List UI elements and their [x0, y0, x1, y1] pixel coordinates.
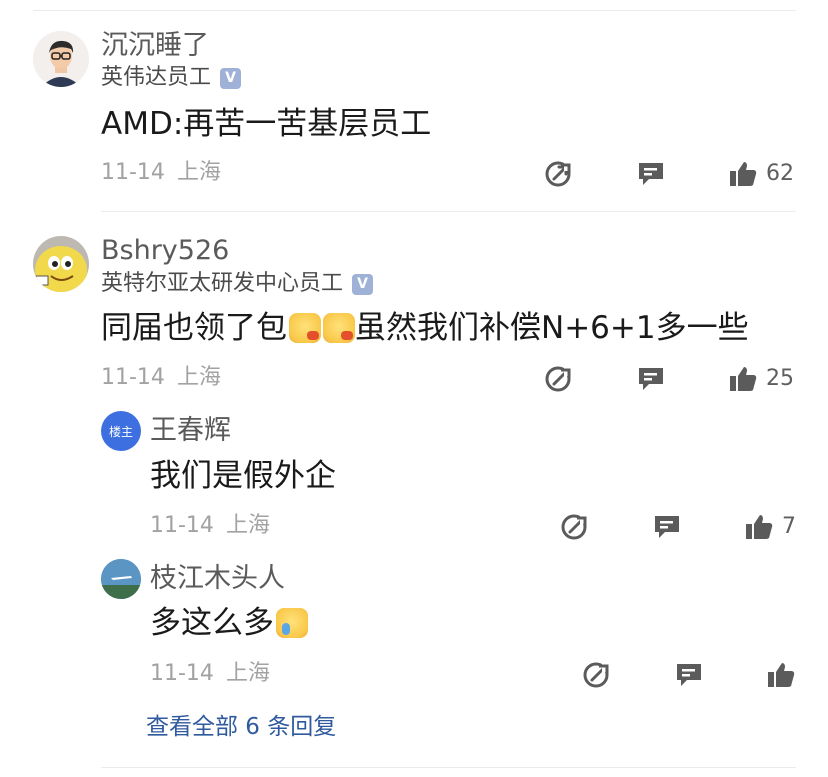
like-count: 7	[782, 514, 796, 539]
reply-location: 上海	[225, 661, 270, 686]
thumbs-up-icon[interactable]	[728, 159, 758, 189]
comment-meta: 11-14 上海	[101, 364, 221, 392]
thumbs-up-icon[interactable]	[728, 364, 758, 394]
author-org: 英特尔亚太研发中心员工 V	[101, 270, 374, 298]
author-org-label: 英特尔亚太研发中心员工	[101, 271, 344, 296]
author-name[interactable]: 沉沉睡了	[101, 30, 209, 62]
share-icon[interactable]	[544, 159, 574, 189]
bottom-divider	[101, 767, 796, 768]
comment-divider	[101, 211, 796, 212]
share-icon[interactable]	[582, 660, 612, 690]
comment-meta: 11-14 上海	[101, 159, 221, 187]
verified-badge-icon: V	[220, 67, 242, 89]
top-divider	[33, 10, 796, 11]
comment-location: 上海	[176, 365, 221, 390]
reply-date: 11-14	[150, 513, 214, 538]
thumbs-up-icon[interactable]	[766, 660, 796, 690]
comment-icon[interactable]	[636, 364, 666, 394]
like-count: 25	[766, 366, 794, 391]
comment-icon[interactable]	[652, 512, 682, 542]
avatar[interactable]	[33, 236, 89, 292]
comment-location: 上海	[176, 160, 221, 185]
share-icon[interactable]	[544, 364, 574, 394]
owner-badge: 楼主	[108, 424, 133, 439]
reply-text: 多这么多	[150, 604, 308, 642]
thumbs-up-icon[interactable]	[744, 512, 774, 542]
reply-location: 上海	[225, 513, 270, 538]
reply-text: 我们是假外企	[150, 458, 336, 494]
comment-date: 11-14	[101, 160, 165, 185]
emoji-icon	[289, 313, 321, 343]
avatar[interactable]	[101, 559, 141, 599]
emoji-icon	[276, 608, 308, 638]
view-all-replies-link[interactable]: 查看全部 6 条回复	[146, 712, 336, 742]
comment-date: 11-14	[101, 365, 165, 390]
reply-meta: 11-14 上海	[150, 512, 270, 540]
reply-meta: 11-14 上海	[150, 660, 270, 688]
share-icon[interactable]	[560, 512, 590, 542]
comment-text-part: 同届也领了包	[101, 310, 287, 346]
verified-badge-icon: V	[352, 273, 374, 295]
comment-text: 同届也领了包 虽然我们补偿N+6+1多一些	[101, 309, 749, 347]
comment-icon[interactable]	[636, 159, 666, 189]
comment-text-part: 虽然我们补偿N+6+1多一些	[355, 310, 749, 346]
emoji-icon	[323, 313, 355, 343]
avatar[interactable]: 楼主	[101, 411, 141, 451]
avatar[interactable]	[33, 31, 89, 87]
avatar-cartoon-illustration	[33, 236, 89, 292]
reply-author-name[interactable]: 王春辉	[150, 415, 231, 447]
reply-author-name[interactable]: 枝江木头人	[150, 563, 285, 595]
comment-text: AMD:再苦一苦基层员工	[101, 106, 432, 142]
author-org: 英伟达员工 V	[101, 64, 242, 92]
reply-date: 11-14	[150, 661, 214, 686]
reply-text-part: 多这么多	[150, 605, 274, 641]
author-org-label: 英伟达员工	[101, 65, 212, 90]
avatar-man-illustration	[33, 31, 89, 87]
comment-icon[interactable]	[674, 660, 704, 690]
like-count: 62	[766, 161, 794, 186]
author-name[interactable]: Bshry526	[101, 235, 229, 267]
avatar-airplane-illustration	[101, 559, 141, 599]
